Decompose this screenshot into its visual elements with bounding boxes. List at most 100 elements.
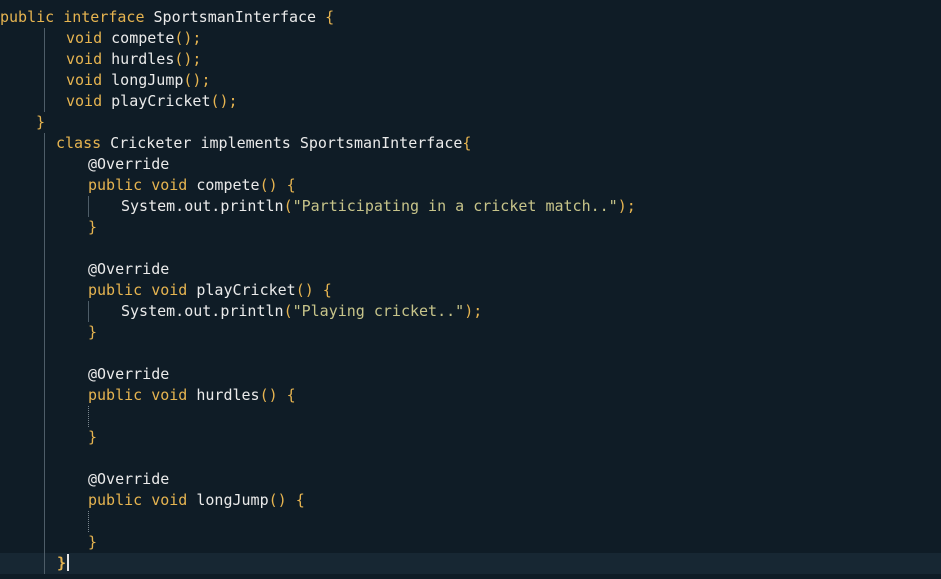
code-line[interactable]: } xyxy=(0,322,941,343)
indent-guide xyxy=(88,301,89,322)
code-token: void xyxy=(151,281,188,299)
code-token: Cricketer implements SportsmanInterface xyxy=(101,134,463,152)
code-token: ( xyxy=(283,197,293,215)
code-token: } xyxy=(36,113,46,131)
code-line[interactable]: System.out.println("Playing cricket.."); xyxy=(0,301,941,322)
code-line-text: void compete(); xyxy=(66,28,201,49)
code-token: void xyxy=(66,92,103,110)
code-token: public xyxy=(88,176,143,194)
code-token: } xyxy=(88,533,98,551)
code-line-text: @Override xyxy=(88,364,169,385)
code-token: void xyxy=(66,71,103,89)
code-token: (); xyxy=(174,29,202,47)
code-token: { xyxy=(325,8,335,26)
code-line-text: @Override xyxy=(88,154,169,175)
code-token: compete xyxy=(102,29,175,47)
code-line[interactable]: } xyxy=(0,112,941,133)
code-line[interactable]: public void playCricket() { xyxy=(0,280,941,301)
code-token: void xyxy=(66,29,103,47)
code-token: ); xyxy=(617,197,636,215)
code-token: "Participating in a cricket match.." xyxy=(292,197,618,215)
code-line-text: } xyxy=(88,322,97,343)
code-line[interactable]: public void longJump() { xyxy=(0,490,941,511)
code-line-text: } xyxy=(88,427,97,448)
code-line-text: public interface SportsmanInterface { xyxy=(0,7,334,28)
code-line-text: public void playCricket() { xyxy=(88,280,332,301)
code-line[interactable]: void longJump(); xyxy=(0,70,941,91)
code-line[interactable]: } xyxy=(0,217,941,238)
code-line[interactable]: } xyxy=(0,553,941,574)
code-line[interactable]: void playCricket(); xyxy=(0,91,941,112)
code-token: "Playing cricket.." xyxy=(292,302,465,320)
indent-guide xyxy=(44,28,45,112)
code-token: playCricket xyxy=(187,281,296,299)
code-token: longJump xyxy=(102,71,184,89)
code-line[interactable] xyxy=(0,511,941,532)
code-line[interactable] xyxy=(0,343,941,364)
code-line[interactable]: System.out.println("Participating in a c… xyxy=(0,196,941,217)
indent-guide xyxy=(88,406,89,427)
code-token: interface xyxy=(63,8,145,26)
code-token: (); xyxy=(210,92,238,110)
code-line-text: void hurdles(); xyxy=(66,49,201,70)
code-token: } xyxy=(88,323,98,341)
code-line[interactable] xyxy=(0,406,941,427)
code-token: ); xyxy=(464,302,483,320)
code-token: () { xyxy=(259,386,296,404)
code-token: class xyxy=(56,134,102,152)
text-caret xyxy=(67,554,70,571)
code-token: System.out.println xyxy=(121,302,284,320)
code-token: compete xyxy=(187,176,260,194)
code-token: public xyxy=(88,491,143,509)
code-line-text: } xyxy=(88,532,97,553)
code-line[interactable]: public interface SportsmanInterface { xyxy=(0,7,941,28)
code-token: (); xyxy=(174,50,202,68)
code-line[interactable]: } xyxy=(0,532,941,553)
code-token: @Override xyxy=(88,470,170,488)
code-line-text: } xyxy=(36,112,45,133)
code-editor[interactable]: public interface SportsmanInterface {voi… xyxy=(0,0,941,579)
code-token: public xyxy=(88,386,143,404)
code-token: () { xyxy=(268,491,305,509)
code-token: { xyxy=(462,134,472,152)
code-line[interactable]: void compete(); xyxy=(0,28,941,49)
code-token: () { xyxy=(259,176,296,194)
code-line-text: } xyxy=(88,217,97,238)
code-line[interactable] xyxy=(0,448,941,469)
code-line[interactable]: class Cricketer implements SportsmanInte… xyxy=(0,133,941,154)
code-line-text: void playCricket(); xyxy=(66,91,238,112)
code-token: SportsmanInterface xyxy=(144,8,326,26)
code-line[interactable]: void hurdles(); xyxy=(0,49,941,70)
code-token: void xyxy=(66,50,103,68)
code-line[interactable]: @Override xyxy=(0,259,941,280)
code-token: () { xyxy=(295,281,332,299)
code-token: hurdles xyxy=(187,386,260,404)
code-line[interactable] xyxy=(0,238,941,259)
code-token: public xyxy=(88,281,143,299)
code-line-text: public void compete() { xyxy=(88,175,296,196)
code-token: void xyxy=(151,176,188,194)
code-token: void xyxy=(151,386,188,404)
indent-guide xyxy=(88,196,89,217)
code-line-text: @Override xyxy=(88,469,169,490)
code-token: hurdles xyxy=(102,50,175,68)
code-line-text: System.out.println("Participating in a c… xyxy=(121,196,636,217)
code-token: longJump xyxy=(187,491,269,509)
code-line-text: public void hurdles() { xyxy=(88,385,296,406)
code-line[interactable]: @Override xyxy=(0,154,941,175)
code-line[interactable]: public void hurdles() { xyxy=(0,385,941,406)
code-token: } xyxy=(88,218,98,236)
code-line-text: System.out.println("Playing cricket.."); xyxy=(121,301,482,322)
code-line[interactable]: @Override xyxy=(0,469,941,490)
code-line[interactable]: public void compete() { xyxy=(0,175,941,196)
code-token: System.out.println xyxy=(121,197,284,215)
code-token: public xyxy=(0,8,55,26)
code-line[interactable]: @Override xyxy=(0,364,941,385)
code-token: ( xyxy=(283,302,293,320)
code-token: @Override xyxy=(88,155,170,173)
code-line[interactable]: } xyxy=(0,427,941,448)
